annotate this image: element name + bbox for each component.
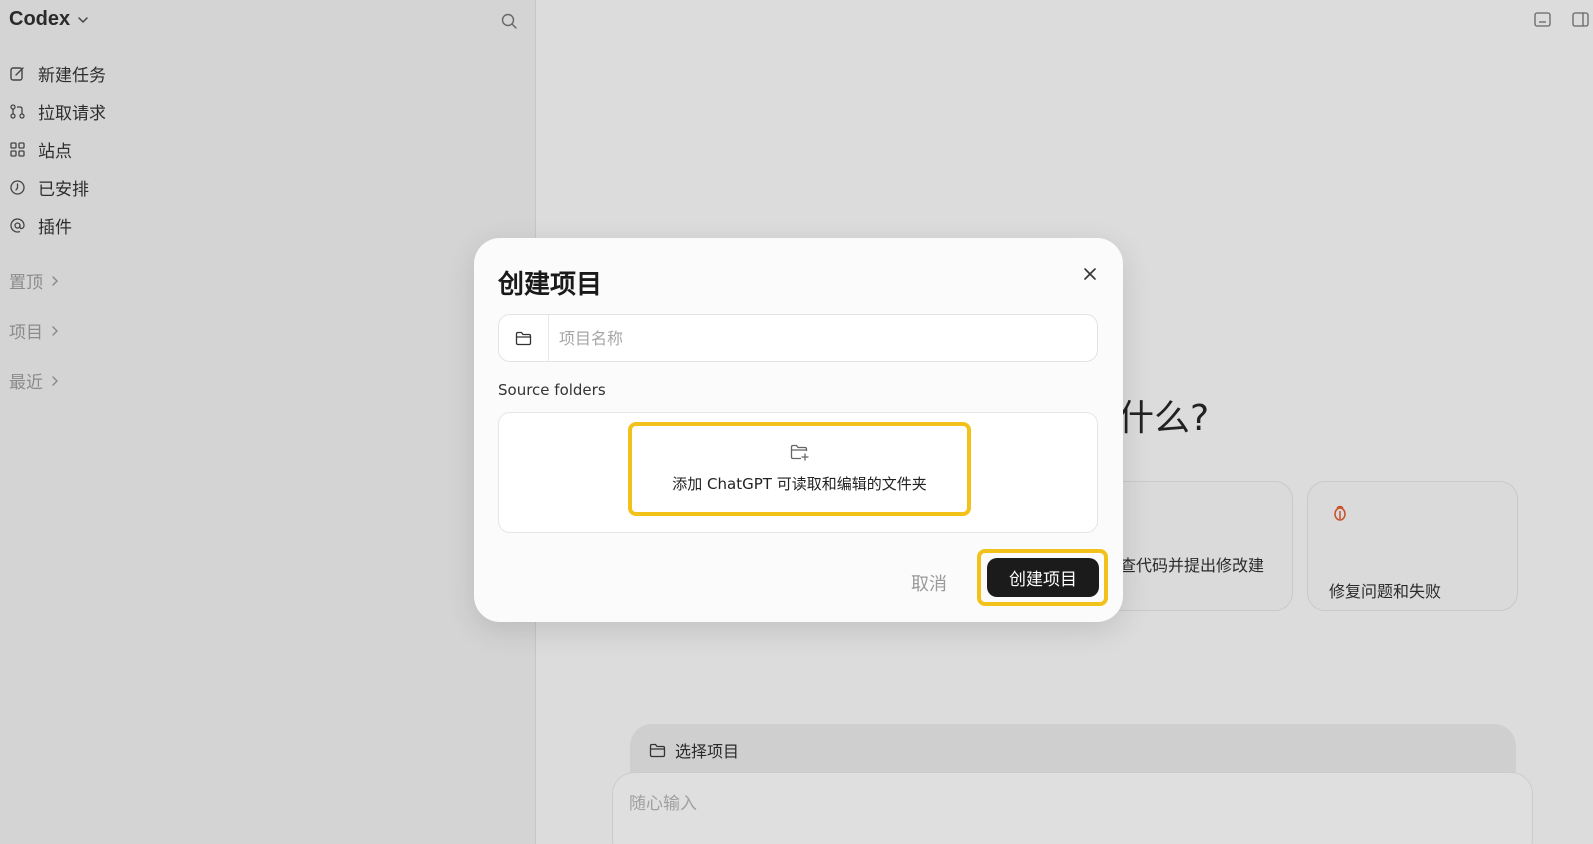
- sidebar-item-pull-requests[interactable]: 拉取请求: [9, 92, 106, 130]
- panel-right-icon: [1571, 11, 1589, 27]
- sidebar-section-recent[interactable]: 最近: [9, 368, 61, 393]
- project-name-field: [498, 314, 1098, 362]
- app-name: Codex: [9, 8, 71, 30]
- folder-add-icon: [790, 444, 809, 461]
- suggestion-card-fix[interactable]: 修复问题和失败: [1307, 481, 1518, 611]
- search-button[interactable]: [498, 10, 520, 32]
- sidebar-item-label: 拉取请求: [38, 103, 106, 124]
- pull-request-icon: [10, 103, 25, 119]
- close-button[interactable]: [1080, 264, 1100, 284]
- project-select-label: 选择项目: [675, 742, 740, 761]
- search-icon: [501, 13, 517, 29]
- folder-icon-container: [499, 315, 549, 361]
- sidebar-item-plugins[interactable]: 插件: [9, 206, 106, 244]
- app-switcher[interactable]: Codex: [9, 8, 90, 31]
- sidebar-item-label: 插件: [38, 217, 72, 238]
- sidebar-section-projects[interactable]: 项目: [9, 318, 61, 343]
- sidebar: Codex 新建任务 拉取请求 站点 已安排 插件 置顶 项目 最近: [0, 0, 536, 844]
- chevron-right-icon: [52, 275, 58, 286]
- chevron-right-icon: [52, 325, 58, 336]
- close-icon: [1084, 268, 1096, 280]
- main-headline: 什么?: [1118, 398, 1210, 439]
- project-select-button[interactable]: 选择项目: [649, 738, 739, 762]
- grid-icon: [10, 141, 25, 157]
- section-label: 项目: [9, 323, 43, 343]
- add-folder-label: 添加 ChatGPT 可读取和编辑的文件夹: [672, 475, 927, 493]
- chevron-right-icon: [52, 375, 58, 386]
- clock-icon: [10, 179, 25, 195]
- section-label: 最近: [9, 373, 43, 393]
- folder-icon: [515, 331, 532, 345]
- sidebar-item-sites[interactable]: 站点: [9, 130, 106, 168]
- sidebar-toggle-button[interactable]: [1570, 9, 1590, 29]
- suggestion-card-review[interactable]: 查代码并提出修改建: [1100, 481, 1293, 611]
- sidebar-item-label: 已安排: [38, 179, 89, 200]
- edit-icon: [10, 66, 24, 81]
- add-folder-button[interactable]: 添加 ChatGPT 可读取和编辑的文件夹: [628, 422, 971, 516]
- sidebar-item-new-task[interactable]: 新建任务: [9, 54, 106, 92]
- composer-input[interactable]: 随心输入: [629, 789, 697, 814]
- section-label: 置顶: [9, 273, 43, 293]
- panel-bottom-icon: [1533, 11, 1551, 27]
- at-icon: [10, 217, 25, 233]
- bug-icon: [1334, 505, 1346, 521]
- sidebar-item-scheduled[interactable]: 已安排: [9, 168, 106, 206]
- sidebar-section-pinned[interactable]: 置顶: [9, 268, 61, 293]
- sidebar-item-label: 站点: [38, 141, 72, 162]
- terminal-toggle-button[interactable]: [1532, 9, 1552, 29]
- create-project-button[interactable]: 创建项目: [987, 558, 1099, 597]
- chevron-down-icon: [78, 16, 88, 23]
- create-button-highlight: 创建项目: [977, 549, 1108, 606]
- dialog-title: 创建项目: [498, 270, 603, 300]
- source-folders-label: Source folders: [498, 381, 606, 399]
- project-name-input[interactable]: [549, 315, 1097, 361]
- card-label: 修复问题和失败: [1329, 582, 1442, 601]
- sidebar-nav: 新建任务 拉取请求 站点 已安排 插件: [9, 54, 106, 244]
- folder-icon: [649, 743, 666, 757]
- composer[interactable]: 随心输入: [612, 772, 1533, 844]
- cancel-button[interactable]: 取消: [911, 570, 947, 596]
- sidebar-item-label: 新建任务: [38, 65, 106, 86]
- card-label: 查代码并提出修改建: [1120, 556, 1265, 575]
